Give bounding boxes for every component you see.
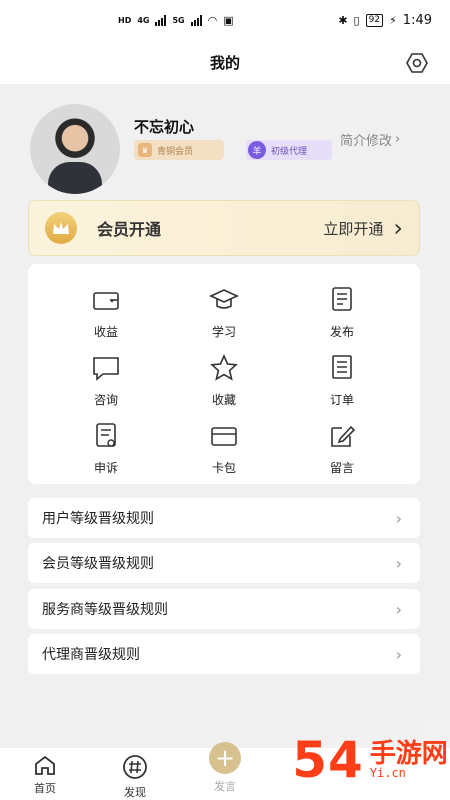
tab-label: 发现	[124, 786, 146, 799]
star-icon	[208, 352, 240, 384]
rule-label: 会员等级晋级规则	[42, 556, 154, 572]
tab-home[interactable]: 首页	[0, 748, 90, 800]
bronze-member-badge: ♛ 青铜会员	[134, 140, 224, 160]
card-icon	[208, 420, 240, 452]
publish-icon	[326, 284, 358, 316]
notification-icon: ▣	[223, 13, 234, 27]
grid-label: 发布	[329, 325, 354, 339]
rule-row-service-provider-level[interactable]: 服务商等级晋级规则 ›	[28, 589, 420, 629]
site-watermark: 54 手游网 Yi.cn	[290, 720, 450, 800]
message-edit-icon	[326, 420, 358, 452]
vip-title: 会员开通	[97, 220, 162, 239]
watermark-sub: 手游网	[369, 739, 448, 769]
profile-edit-label: 简介修改	[340, 134, 393, 149]
grid-item-earnings[interactable]: 收益	[66, 284, 146, 350]
profile-name: 不忘初心	[134, 118, 195, 136]
vip-open-label: 立即开通	[323, 219, 384, 238]
settings-button[interactable]	[404, 50, 430, 76]
settings-icon	[406, 53, 428, 73]
status-left-icons: HD 4G 5G ◠ ▣	[118, 14, 234, 27]
grid-label: 留言	[329, 461, 354, 475]
rule-row-agent-level[interactable]: 代理商晋级规则 ›	[28, 634, 420, 674]
status-right-icons: ✱ ▯ 92 ⚡ 1:49	[338, 13, 432, 28]
bluetooth-icon: ✱	[338, 13, 348, 27]
hashtag-icon	[123, 755, 147, 779]
watermark-url: Yi.cn	[369, 766, 406, 780]
grid-item-study[interactable]: 学习	[184, 284, 264, 350]
tab-label: 发言	[214, 780, 236, 793]
network-5g-label: 5G	[172, 15, 185, 25]
watermark-main: 54	[292, 731, 364, 789]
rule-label: 用户等级晋级规则	[42, 511, 154, 527]
rule-row-user-level[interactable]: 用户等级晋级规则 ›	[28, 498, 420, 538]
chat-icon	[90, 352, 122, 384]
chevron-right-icon: ›	[393, 214, 403, 242]
order-list-icon	[326, 352, 358, 384]
watermark-text: 手游网 Yi.cn	[370, 741, 448, 779]
grid-label: 学习	[211, 325, 236, 339]
grid-label: 申诉	[93, 461, 118, 475]
grid-item-message[interactable]: 留言	[302, 420, 382, 486]
rule-row-member-level[interactable]: 会员等级晋级规则 ›	[28, 543, 420, 583]
network-4g-label: 4G	[137, 15, 150, 25]
junior-agent-badge: 羊 初级代理	[246, 140, 332, 160]
profile-section: 不忘初心 ♛ 青铜会员 羊 初级代理 简介修改 ›	[0, 84, 450, 194]
agent-badge-icon: 羊	[248, 141, 266, 159]
wallet-icon	[90, 284, 122, 316]
grid-label: 订单	[329, 393, 354, 407]
bronze-badge-label: 青铜会员	[157, 146, 194, 157]
grid-item-favorites[interactable]: 收藏	[184, 352, 264, 418]
chevron-right-icon: ›	[395, 132, 401, 147]
wifi-icon: ◠	[207, 13, 218, 27]
feature-grid: 收益 学习 发布 咨询 收藏 订单 申诉 卡包 留言	[28, 264, 420, 484]
vibrate-icon: ▯	[353, 13, 360, 27]
chevron-right-icon: ›	[395, 508, 402, 528]
tab-label: 首页	[34, 782, 56, 795]
grid-item-card-wallet[interactable]: 卡包	[184, 420, 264, 486]
rule-label: 代理商晋级规则	[42, 647, 140, 663]
battery-icon: 92	[365, 13, 384, 27]
top-navigation: 我的	[0, 40, 450, 84]
grid-item-appeal[interactable]: 申诉	[66, 420, 146, 486]
chevron-right-icon: ›	[395, 599, 402, 619]
hd-indicator: HD	[118, 15, 132, 25]
grid-item-publish[interactable]: 发布	[302, 284, 382, 350]
grid-label: 收益	[93, 325, 118, 339]
grid-item-consult[interactable]: 咨询	[66, 352, 146, 418]
grid-label: 卡包	[211, 461, 236, 475]
tab-post[interactable]: + 发言	[180, 742, 270, 800]
profile-edit-link[interactable]: 简介修改 ›	[340, 130, 400, 149]
avatar[interactable]	[30, 104, 120, 194]
grid-item-orders[interactable]: 订单	[302, 352, 382, 418]
bronze-badge-icon: ♛	[138, 143, 152, 157]
vip-open-button[interactable]: 立即开通 ›	[323, 214, 403, 242]
plus-icon: +	[209, 742, 241, 774]
chevron-right-icon: ›	[395, 553, 402, 573]
charging-icon: ⚡	[389, 13, 397, 27]
home-icon	[35, 755, 55, 775]
agent-badge-label: 初级代理	[271, 146, 308, 157]
status-time: 1:49	[402, 12, 432, 28]
vip-membership-banner[interactable]: 会员开通 立即开通 ›	[28, 200, 420, 256]
grid-label: 收藏	[211, 393, 236, 407]
status-bar: HD 4G 5G ◠ ▣ ✱ ▯ 92 ⚡ 1:49	[0, 0, 450, 40]
signal-icon	[155, 14, 167, 26]
graduation-cap-icon	[208, 284, 240, 316]
chevron-right-icon: ›	[395, 644, 402, 664]
rule-label: 服务商等级晋级规则	[42, 602, 168, 618]
crown-icon	[45, 212, 77, 244]
page-title: 我的	[209, 53, 240, 72]
grid-label: 咨询	[93, 393, 118, 407]
appeal-icon	[90, 420, 122, 452]
tab-discover[interactable]: 发现	[90, 748, 180, 800]
signal-icon-2	[190, 14, 202, 26]
